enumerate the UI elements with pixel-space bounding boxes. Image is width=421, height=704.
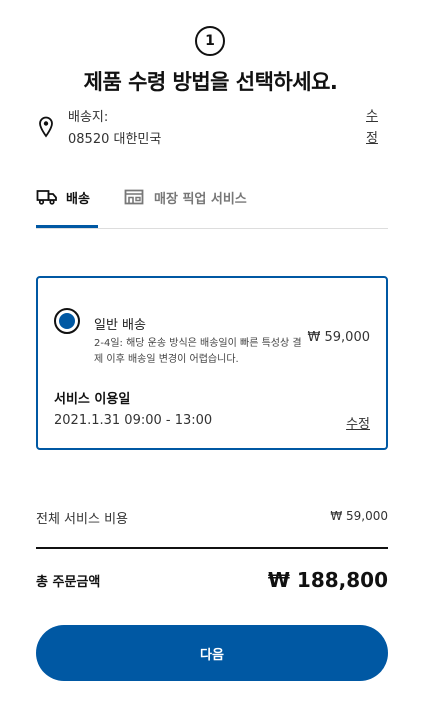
delivery-option-name: 일반 배송 (94, 318, 146, 333)
service-date-value: 2021.1.31 09:00 - 13:00 (54, 413, 213, 428)
edit-service-date-link[interactable]: 수정 (346, 413, 370, 432)
summary-divider (36, 547, 388, 549)
fulfillment-tabs: 배송 매장 픽업 서비스 (36, 188, 388, 229)
page-title: 제품 수령 방법을 선택하세요. (83, 70, 338, 94)
service-date-label: 서비스 이용일 (54, 392, 131, 407)
shipping-address-label: 배송지: (68, 110, 109, 125)
delivery-option-radio[interactable] (54, 308, 80, 334)
order-total-label: 총 주문금액 (36, 575, 101, 590)
tab-delivery-label: 배송 (66, 192, 90, 207)
delivery-option-description: 2-4일: 해당 운송 방식은 배송일이 빠른 특성상 결제 이후 배송일 변경… (94, 338, 302, 365)
delivery-option-price: ₩ 59,000 (307, 330, 370, 345)
next-button[interactable]: 다음 (36, 625, 388, 681)
tab-store-pickup[interactable]: 매장 픽업 서비스 (124, 188, 247, 228)
tab-store-pickup-label: 매장 픽업 서비스 (154, 192, 247, 207)
truck-icon (36, 190, 57, 205)
tab-delivery[interactable]: 배송 (36, 188, 98, 228)
delivery-option-card[interactable]: 일반 배송 2-4일: 해당 운송 방식은 배송일이 빠른 특성상 결제 이후 … (36, 276, 388, 450)
location-pin-icon (39, 116, 53, 138)
store-icon (124, 189, 144, 205)
shipping-address-value: 08520 대한민국 (68, 132, 162, 147)
service-total-value: ₩ 59,000 (330, 509, 388, 523)
edit-address-link[interactable]: 수정 (366, 106, 380, 150)
step-number-badge: 1 (195, 26, 225, 56)
service-total-label: 전체 서비스 비용 (36, 512, 128, 527)
order-total-value: ₩ 188,800 (267, 568, 388, 592)
